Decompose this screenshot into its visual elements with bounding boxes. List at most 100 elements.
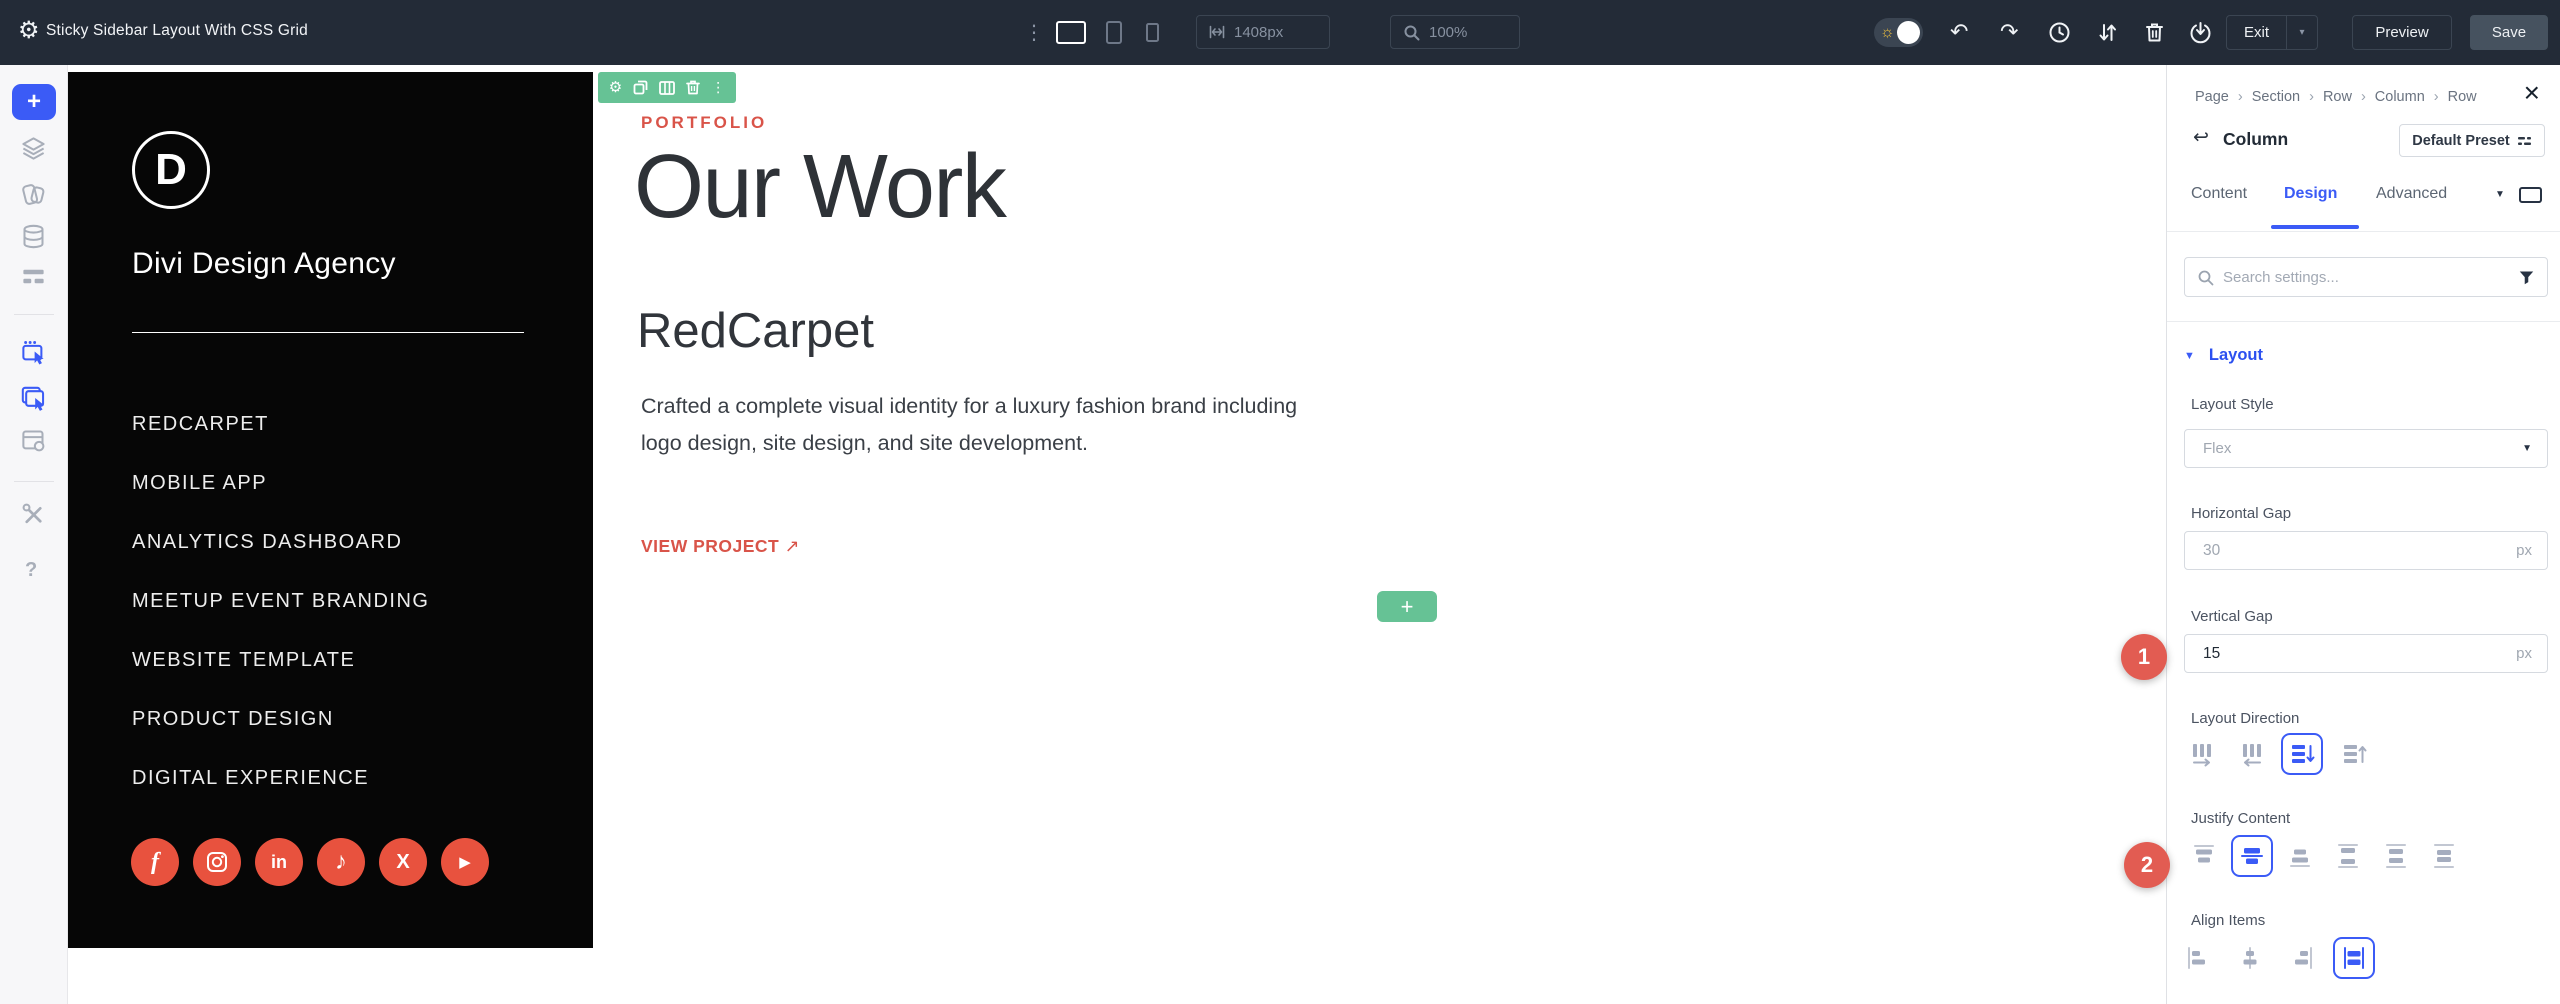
layout-section-header[interactable]: ▼ Layout <box>2184 346 2263 365</box>
justify-flex-start-option[interactable] <box>2183 835 2225 877</box>
width-arrows-icon <box>1209 24 1225 40</box>
direction-row-reverse-option[interactable] <box>2231 733 2273 775</box>
tab-advanced[interactable]: Advanced <box>2376 185 2447 203</box>
interface-mode-toggle[interactable]: ☼ <box>1874 18 1923 47</box>
row-hover-toolbar: ⚙ ⋮ <box>598 72 736 103</box>
nav-item-digital-experience[interactable]: DIGITAL EXPERIENCE <box>132 767 429 791</box>
align-flex-end-option[interactable] <box>2281 937 2323 979</box>
redo-icon[interactable]: ↷ <box>2000 18 2018 46</box>
site-nav-menu: REDCARPET MOBILE APP ANALYTICS DASHBOARD… <box>132 413 429 826</box>
responsive-desktop-icon[interactable] <box>2519 187 2542 203</box>
nav-item-meetup-event-branding[interactable]: MEETUP EVENT BRANDING <box>132 590 429 614</box>
row-settings-gear-icon[interactable]: ⚙ <box>609 80 622 95</box>
justify-space-around-icon <box>2383 843 2409 869</box>
justify-space-around-option[interactable] <box>2375 835 2417 877</box>
trash-icon[interactable] <box>2143 21 2166 44</box>
close-panel-icon[interactable]: × <box>2524 77 2540 109</box>
viewport-width-value: 1408px <box>1234 24 1283 41</box>
desktop-view-icon[interactable] <box>1056 21 1086 44</box>
horizontal-gap-input[interactable] <box>2185 532 2547 569</box>
save-button[interactable]: Save <box>2470 15 2548 50</box>
tab-content[interactable]: Content <box>2191 185 2247 203</box>
portability-icon[interactable] <box>2189 21 2212 44</box>
layout-direction-label: Layout Direction <box>2191 710 2299 727</box>
justify-space-evenly-option[interactable] <box>2423 835 2465 877</box>
layout-style-select[interactable]: Flex ▼ <box>2184 429 2548 468</box>
zoom-level-value: 100% <box>1429 24 1467 41</box>
exit-dropdown-caret-icon[interactable]: ▾ <box>2287 27 2317 38</box>
facebook-icon[interactable]: f <box>131 838 179 886</box>
direction-row-option[interactable] <box>2181 733 2223 775</box>
default-preset-button[interactable]: Default Preset <box>2399 124 2545 157</box>
x-twitter-icon[interactable]: X <box>379 838 427 886</box>
breadcrumb-section[interactable]: Section <box>2252 89 2300 105</box>
nav-item-product-design[interactable]: PRODUCT DESIGN <box>132 708 429 732</box>
settings-panel: Page › Section › Row › Column › Row × ↩ … <box>2166 65 2560 1004</box>
align-flex-start-option[interactable] <box>2177 937 2219 979</box>
justify-space-between-option[interactable] <box>2327 835 2369 877</box>
panel-divider <box>2167 321 2560 322</box>
fields-list-icon[interactable] <box>20 263 47 290</box>
add-element-button[interactable]: + <box>12 84 56 120</box>
select-row-tool-icon[interactable] <box>20 338 47 365</box>
breadcrumb-inner-row[interactable]: Row <box>2448 89 2477 105</box>
back-arrow-icon[interactable]: ↩ <box>2193 126 2209 149</box>
filter-funnel-icon[interactable] <box>2518 269 2535 286</box>
history-clock-icon[interactable] <box>2048 21 2071 44</box>
direction-column-reverse-option[interactable] <box>2333 733 2375 775</box>
exit-button[interactable]: Exit ▾ <box>2226 15 2318 50</box>
project-description: Crafted a complete visual identity for a… <box>641 388 1321 462</box>
breadcrumb-row[interactable]: Row <box>2323 89 2352 105</box>
layers-icon[interactable] <box>20 135 47 162</box>
nav-item-mobile-app[interactable]: MOBILE APP <box>132 472 429 496</box>
linkedin-icon[interactable]: in <box>255 838 303 886</box>
nav-item-analytics-dashboard[interactable]: ANALYTICS DASHBOARD <box>132 531 429 555</box>
nav-item-website-template[interactable]: WEBSITE TEMPLATE <box>132 649 429 673</box>
page-settings-gear-icon[interactable]: ⚙ <box>18 17 40 45</box>
portfolio-eyebrow: PORTFOLIO <box>641 113 767 133</box>
justify-space-evenly-icon <box>2431 843 2457 869</box>
design-presets-icon[interactable] <box>20 181 47 208</box>
tiktok-icon[interactable]: ♪ <box>317 838 365 886</box>
breadcrumb-page[interactable]: Page <box>2195 89 2229 105</box>
align-stretch-option[interactable] <box>2333 937 2375 979</box>
justify-center-option[interactable] <box>2231 835 2273 877</box>
site-logo-letter: D <box>155 145 187 195</box>
search-settings-input[interactable] <box>2223 269 2509 286</box>
help-icon[interactable]: ? <box>25 559 37 582</box>
zoom-level-field[interactable]: 100% <box>1390 15 1520 49</box>
tools-wrench-icon[interactable] <box>20 501 47 528</box>
justify-flex-end-option[interactable] <box>2279 835 2321 877</box>
tablet-view-icon[interactable] <box>1106 21 1122 44</box>
direction-column-option[interactable] <box>2281 733 2323 775</box>
instagram-icon[interactable] <box>193 838 241 886</box>
breadcrumb-column[interactable]: Column <box>2375 89 2425 105</box>
direction-row-reverse-icon <box>2239 741 2265 767</box>
database-icon[interactable] <box>20 223 47 250</box>
align-center-option[interactable] <box>2229 937 2271 979</box>
row-drag-kebab-icon[interactable]: ⋮ <box>711 80 725 95</box>
layout-direction-options <box>2181 733 2375 775</box>
preview-button[interactable]: Preview <box>2352 15 2452 50</box>
tabs-caret-down-icon[interactable]: ▼ <box>2495 189 2505 200</box>
add-module-button[interactable]: + <box>1377 591 1437 622</box>
layers-order-sort-icon[interactable] <box>2096 21 2119 44</box>
phone-view-icon[interactable] <box>1146 23 1159 42</box>
view-project-link[interactable]: VIEW PROJECT ↗ <box>641 536 800 557</box>
horizontal-gap-label: Horizontal Gap <box>2191 505 2291 522</box>
direction-column-icon <box>2289 741 2315 767</box>
tab-design[interactable]: Design <box>2284 185 2337 203</box>
site-logo[interactable]: D <box>132 131 210 209</box>
youtube-icon[interactable]: ▶ <box>441 838 489 886</box>
vertical-gap-input[interactable] <box>2185 635 2547 672</box>
row-columns-icon[interactable] <box>659 81 675 95</box>
undo-icon[interactable]: ↶ <box>1950 18 1968 46</box>
nav-item-redcarpet[interactable]: REDCARPET <box>132 413 429 437</box>
select-section-tool-icon[interactable] <box>20 385 47 412</box>
view-options-kebab-icon[interactable]: ⋮ <box>1024 20 1044 45</box>
align-items-options <box>2177 937 2375 979</box>
theme-builder-icon[interactable] <box>20 427 47 454</box>
row-duplicate-icon[interactable] <box>633 80 648 95</box>
row-trash-icon[interactable] <box>686 80 700 95</box>
viewport-width-field[interactable]: 1408px <box>1196 15 1330 49</box>
